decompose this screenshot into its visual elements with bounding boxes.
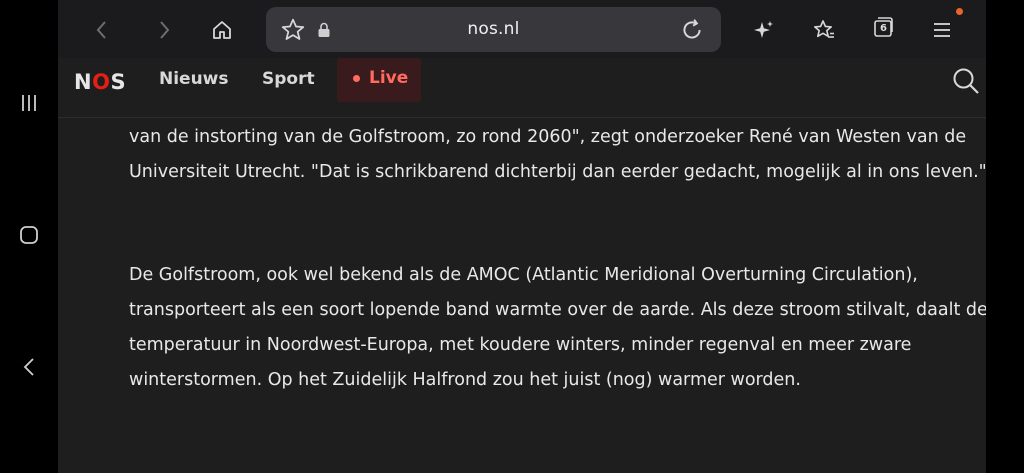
reload-icon[interactable] (679, 17, 705, 43)
nos-logo[interactable]: NOS (74, 70, 126, 94)
screen-edge (986, 0, 1024, 473)
browser-toolbar: nos.nl 6 (58, 0, 986, 58)
notification-dot (956, 8, 963, 15)
nav-link-sport[interactable]: Sport (262, 69, 315, 89)
article-paragraph: van de instorting van de Golfstroom, zo … (129, 127, 987, 182)
recent-apps-icon[interactable] (14, 88, 44, 118)
sparkle-icon[interactable] (748, 14, 780, 46)
home-nav-icon[interactable] (14, 220, 44, 250)
nav-link-live[interactable]: Live (337, 58, 421, 102)
nav-link-nieuws[interactable]: Nieuws (159, 69, 229, 89)
chevron-right-icon[interactable] (148, 14, 180, 46)
tabs-icon[interactable]: 6 (871, 15, 895, 39)
site-header: NOS Nieuws Sport Live (58, 58, 986, 118)
chevron-left-icon[interactable] (86, 14, 118, 46)
article-paragraph: De Golfstroom, ook wel bekend als de AMO… (129, 265, 988, 390)
system-nav-rail (0, 0, 58, 473)
article-body: van de instorting van de Golfstroom, zo … (58, 118, 988, 473)
address-bar[interactable]: nos.nl (266, 7, 721, 52)
star-list-icon[interactable] (808, 14, 840, 46)
tab-count: 6 (880, 23, 887, 34)
hamburger-icon[interactable] (926, 14, 958, 46)
url-text[interactable]: nos.nl (266, 19, 721, 39)
search-icon[interactable] (951, 66, 981, 96)
live-dot-icon (353, 75, 360, 82)
home-icon[interactable] (206, 14, 238, 46)
back-nav-icon[interactable] (14, 352, 44, 382)
live-label: Live (369, 68, 409, 88)
